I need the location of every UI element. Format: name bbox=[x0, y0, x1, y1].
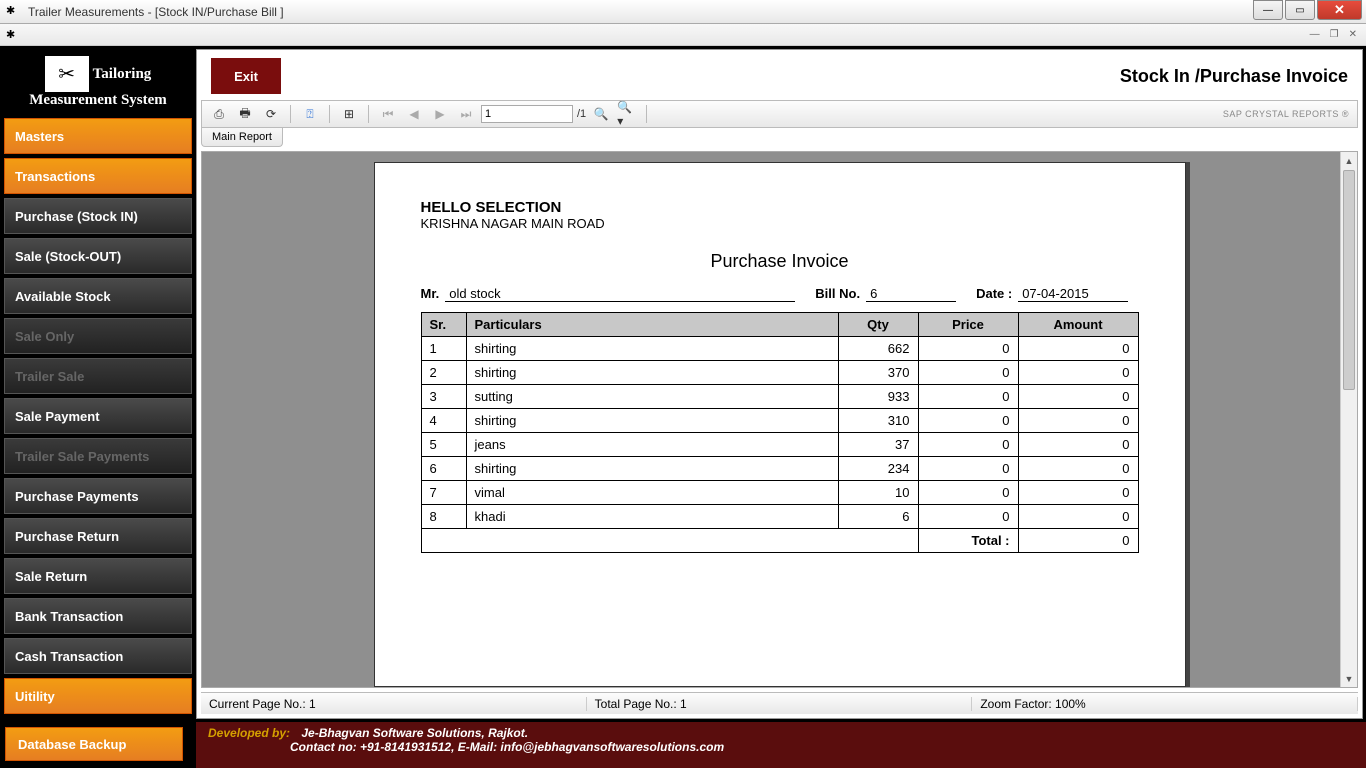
total-value: 0 bbox=[1018, 529, 1138, 553]
sidebar: Tailoring Measurement System Masters Tran… bbox=[0, 46, 196, 722]
mdi-toolbar: ✱ — ❐ ✕ bbox=[0, 24, 1366, 46]
sidebar-item-purchase-return[interactable]: Purchase Return bbox=[4, 518, 192, 554]
invoice-table: Sr. Particulars Qty Price Amount 1shirti… bbox=[421, 312, 1139, 553]
zoom-icon[interactable]: 🔍▾ bbox=[616, 104, 638, 124]
document-title: Purchase Invoice bbox=[421, 251, 1139, 272]
table-row: 7vimal1000 bbox=[421, 481, 1138, 505]
app-name-line1: Tailoring bbox=[93, 66, 152, 83]
mr-value: old stock bbox=[445, 286, 795, 302]
company-name: HELLO SELECTION bbox=[421, 199, 1139, 216]
developer-contact: Contact no: +91-8141931512, E-Mail: info… bbox=[290, 740, 1354, 754]
mdi-restore-button[interactable]: ❐ bbox=[1327, 29, 1342, 40]
vertical-scrollbar[interactable]: ▲ ▼ bbox=[1340, 152, 1357, 687]
date-label: Date : bbox=[976, 286, 1012, 302]
scroll-thumb[interactable] bbox=[1343, 170, 1355, 390]
table-row: 1shirting66200 bbox=[421, 337, 1138, 361]
bill-no-value: 6 bbox=[866, 286, 956, 302]
tab-main-report[interactable]: Main Report bbox=[201, 128, 283, 147]
page-number-input[interactable] bbox=[481, 105, 573, 123]
sidebar-item-available-stock[interactable]: Available Stock bbox=[4, 278, 192, 314]
sidebar-item-sale-only: Sale Only bbox=[4, 318, 192, 354]
crystal-reports-brand: SAP CRYSTAL REPORTS ® bbox=[1223, 109, 1349, 119]
exit-button[interactable]: Exit bbox=[211, 58, 281, 94]
status-zoom: Zoom Factor: 100% bbox=[972, 697, 1358, 711]
scissors-icon bbox=[45, 56, 89, 92]
window-minimize-button[interactable]: — bbox=[1253, 0, 1283, 20]
report-toolbar: ⎙ 🖶 ⟳ ⍰ ⊞ ⏮ ◀ ▶ ⏭ /1 🔍 🔍▾ SAP CRYSTAL RE… bbox=[201, 100, 1358, 128]
scroll-up-icon[interactable]: ▲ bbox=[1341, 152, 1357, 169]
print-icon[interactable]: 🖶 bbox=[234, 104, 256, 124]
group-tree-icon[interactable]: ⊞ bbox=[338, 104, 360, 124]
table-row: 3sutting93300 bbox=[421, 385, 1138, 409]
status-total-page: Total Page No.: 1 bbox=[587, 697, 973, 711]
sidebar-item-sale-stock-out-[interactable]: Sale (Stock-OUT) bbox=[4, 238, 192, 274]
col-price: Price bbox=[918, 313, 1018, 337]
report-page: HELLO SELECTION KRISHNA NAGAR MAIN ROAD … bbox=[374, 162, 1186, 687]
sidebar-item-cash-transaction[interactable]: Cash Transaction bbox=[4, 638, 192, 674]
nav-next-icon[interactable]: ▶ bbox=[429, 104, 451, 124]
app-name-line2: Measurement System bbox=[4, 92, 192, 109]
developer-name: Je-Bhagvan Software Solutions, Rajkot. bbox=[301, 726, 528, 740]
table-row: 2shirting37000 bbox=[421, 361, 1138, 385]
content-area: Exit Stock In /Purchase Invoice ⎙ 🖶 ⟳ ⍰ … bbox=[196, 49, 1363, 719]
sidebar-item-transactions[interactable]: Transactions bbox=[4, 158, 192, 194]
sidebar-item-sale-payment[interactable]: Sale Payment bbox=[4, 398, 192, 434]
mdi-close-button[interactable]: ✕ bbox=[1346, 29, 1360, 40]
app-logo: Tailoring Measurement System bbox=[4, 50, 192, 114]
mdi-minimize-button[interactable]: — bbox=[1307, 29, 1323, 40]
developed-by-label: Developed by: bbox=[208, 726, 290, 740]
company-address: KRISHNA NAGAR MAIN ROAD bbox=[421, 216, 1139, 231]
sidebar-item-uitility[interactable]: Uitility bbox=[4, 678, 192, 714]
nav-prev-icon[interactable]: ◀ bbox=[403, 104, 425, 124]
mdi-icon: ✱ bbox=[6, 28, 15, 41]
bill-no-label: Bill No. bbox=[815, 286, 860, 302]
refresh-icon[interactable]: ⟳ bbox=[260, 104, 282, 124]
date-value: 07-04-2015 bbox=[1018, 286, 1128, 302]
sidebar-item-trailer-sale: Trailer Sale bbox=[4, 358, 192, 394]
sidebar-item-masters[interactable]: Masters bbox=[4, 118, 192, 154]
window-close-button[interactable]: ✕ bbox=[1317, 0, 1362, 20]
col-amount: Amount bbox=[1018, 313, 1138, 337]
col-qty: Qty bbox=[838, 313, 918, 337]
sidebar-item-purchase-payments[interactable]: Purchase Payments bbox=[4, 478, 192, 514]
status-bar: Current Page No.: 1 Total Page No.: 1 Zo… bbox=[201, 692, 1358, 714]
page-total-label: /1 bbox=[577, 108, 586, 120]
window-title: Trailer Measurements - [Stock IN/Purchas… bbox=[28, 5, 284, 19]
sidebar-item-bank-transaction[interactable]: Bank Transaction bbox=[4, 598, 192, 634]
find-icon[interactable]: 🔍 bbox=[590, 104, 612, 124]
status-current-page: Current Page No.: 1 bbox=[201, 697, 587, 711]
export-icon[interactable]: ⎙ bbox=[208, 104, 230, 124]
nav-last-icon[interactable]: ⏭ bbox=[455, 104, 477, 124]
window-titlebar: ✱ Trailer Measurements - [Stock IN/Purch… bbox=[0, 0, 1366, 24]
report-tabs: Main Report bbox=[201, 128, 1358, 147]
table-row: 4shirting31000 bbox=[421, 409, 1138, 433]
col-sr: Sr. bbox=[421, 313, 466, 337]
help-icon[interactable]: ⍰ bbox=[299, 104, 321, 124]
table-row: 6shirting23400 bbox=[421, 457, 1138, 481]
database-backup-button[interactable]: Database Backup bbox=[5, 727, 183, 761]
footer-bar: Database Backup Developed by: Je-Bhagvan… bbox=[0, 722, 1366, 768]
scroll-down-icon[interactable]: ▼ bbox=[1341, 670, 1357, 687]
nav-first-icon[interactable]: ⏮ bbox=[377, 104, 399, 124]
page-title: Stock In /Purchase Invoice bbox=[1120, 66, 1348, 87]
window-maximize-button[interactable]: ▭ bbox=[1285, 0, 1315, 20]
sidebar-item-trailer-sale-payments: Trailer Sale Payments bbox=[4, 438, 192, 474]
sidebar-item-sale-return[interactable]: Sale Return bbox=[4, 558, 192, 594]
table-row: 5jeans3700 bbox=[421, 433, 1138, 457]
sidebar-item-purchase-stock-in-[interactable]: Purchase (Stock IN) bbox=[4, 198, 192, 234]
mr-label: Mr. bbox=[421, 286, 440, 302]
table-row: 8khadi600 bbox=[421, 505, 1138, 529]
report-viewer[interactable]: HELLO SELECTION KRISHNA NAGAR MAIN ROAD … bbox=[201, 151, 1358, 688]
col-particulars: Particulars bbox=[466, 313, 838, 337]
app-icon: ✱ bbox=[6, 4, 22, 20]
total-label: Total : bbox=[918, 529, 1018, 553]
